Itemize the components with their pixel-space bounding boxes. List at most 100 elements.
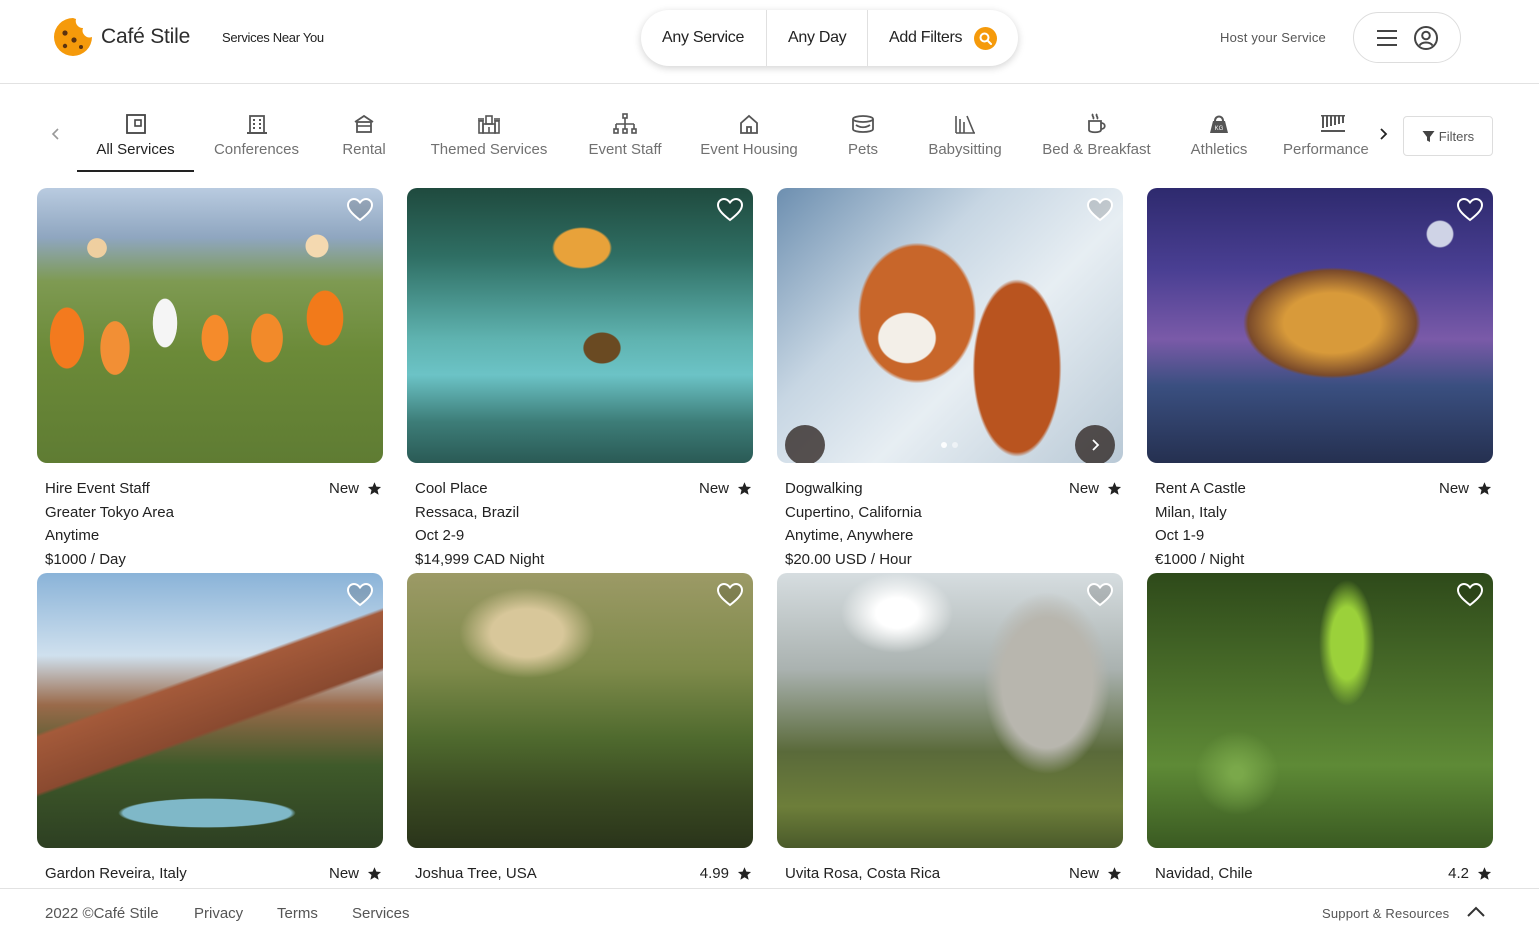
support-resources-link[interactable]: Support & Resources: [1322, 906, 1449, 921]
listing-photo[interactable]: [1147, 573, 1493, 848]
listing-info: Cool Place Ressaca, Brazil Oct 2-9 $14,9…: [407, 477, 753, 571]
listing-price: $1000 / Day: [45, 550, 126, 568]
listing-title: Gardon Reveira, Italy: [45, 865, 187, 882]
account-circle-icon: [1413, 25, 1438, 50]
category-event-staff[interactable]: Event Staff: [585, 112, 665, 172]
hamburger-menu-icon: [1376, 29, 1397, 46]
category-label: Babysitting: [928, 141, 1002, 158]
listing-dates: Anytime, Anywhere: [785, 527, 914, 544]
carousel-prev-button[interactable]: [785, 425, 825, 463]
footer-link-services[interactable]: Services: [352, 905, 410, 922]
star-icon: [737, 867, 752, 880]
listing-card[interactable]: Gardon Reveira, Italy New: [37, 573, 383, 886]
favorite-heart-icon[interactable]: [1087, 198, 1113, 222]
search-icon[interactable]: [974, 26, 998, 50]
listing-card[interactable]: Rent A Castle Milan, Italy Oct 1-9 €1000…: [1147, 188, 1493, 571]
footer-link-terms[interactable]: Terms: [277, 905, 318, 922]
listing-rating: New: [1439, 477, 1492, 501]
listing-title: Cool Place: [415, 480, 488, 497]
listing-photo[interactable]: [777, 188, 1123, 463]
search-bar: Any Service Any Day Add Filters: [641, 10, 1018, 66]
user-menu-button[interactable]: [1353, 12, 1461, 63]
listing-price: $14,999 CAD Night: [415, 550, 545, 568]
category-scroll-left-icon[interactable]: [48, 126, 64, 142]
filters-button[interactable]: Filters: [1403, 116, 1493, 156]
category-rental[interactable]: Rental: [338, 112, 390, 172]
category-label: All Services: [96, 141, 175, 158]
category-scroll-right-icon[interactable]: [1375, 126, 1391, 142]
listing-card[interactable]: Uvita Rosa, Costa Rica New: [777, 573, 1123, 886]
cookie-logo-icon[interactable]: [52, 16, 94, 58]
listing-location: Ressaca, Brazil: [415, 503, 520, 521]
all-services-icon: [124, 112, 148, 136]
category-event-housing[interactable]: Event Housing: [696, 112, 802, 172]
org-chart-icon: [613, 112, 637, 136]
listing-rating: 4.2: [1448, 862, 1492, 886]
rating-value: New: [328, 480, 359, 497]
listing-info: Dogwalking Cupertino, California Anytime…: [777, 477, 1123, 571]
category-babysitting[interactable]: Babysitting: [924, 112, 1006, 172]
favorite-heart-icon[interactable]: [717, 583, 743, 607]
favorite-heart-icon[interactable]: [347, 198, 373, 222]
listing-photo[interactable]: [37, 573, 383, 848]
listing-location: Milan, Italy: [1155, 503, 1227, 521]
listing-location: Cupertino, California: [785, 503, 922, 521]
listing-info: Hire Event Staff Greater Tokyo Area Anyt…: [37, 477, 383, 571]
listing-card[interactable]: Cool Place Ressaca, Brazil Oct 2-9 $14,9…: [407, 188, 753, 571]
rating-value: New: [698, 480, 729, 497]
kettlebell-icon: KG: [1207, 112, 1231, 136]
listing-card[interactable]: Navidad, Chile 4.2: [1147, 573, 1493, 886]
footer-link-privacy[interactable]: Privacy: [194, 905, 243, 922]
star-icon: [367, 867, 382, 880]
stroller-icon: [953, 112, 977, 136]
listing-photo[interactable]: [37, 188, 383, 463]
carousel-dot[interactable]: [941, 442, 947, 448]
listing-photo[interactable]: [1147, 188, 1493, 463]
listing-rating: New: [1069, 862, 1122, 886]
listing-photo[interactable]: [407, 573, 753, 848]
tent-icon: [352, 112, 376, 136]
funnel-icon: [1422, 130, 1435, 142]
category-conferences[interactable]: Conferences: [210, 112, 303, 172]
category-bed-breakfast[interactable]: Bed & Breakfast: [1038, 112, 1155, 172]
category-pets[interactable]: Pets: [845, 112, 881, 172]
coffee-icon: [1085, 112, 1109, 136]
favorite-heart-icon[interactable]: [1457, 198, 1483, 222]
listing-card[interactable]: Dogwalking Cupertino, California Anytime…: [777, 188, 1123, 571]
category-athletics[interactable]: KG Athletics: [1187, 112, 1251, 172]
category-label: Rental: [342, 141, 386, 158]
category-label: Bed & Breakfast: [1042, 141, 1151, 158]
listing-dates: Anytime: [45, 527, 100, 544]
category-themed-services[interactable]: Themed Services: [425, 112, 553, 172]
category-label: Event Housing: [700, 141, 798, 158]
listing-title: Hire Event Staff: [45, 480, 150, 497]
category-all-services[interactable]: All Services: [77, 112, 194, 172]
listing-photo[interactable]: [777, 573, 1123, 848]
add-filters-button[interactable]: Add Filters: [868, 10, 1018, 66]
listing-rating: New: [329, 477, 382, 501]
favorite-heart-icon[interactable]: [347, 583, 373, 607]
listing-location: Greater Tokyo Area: [45, 503, 174, 521]
favorite-heart-icon[interactable]: [717, 198, 743, 222]
any-service-button[interactable]: Any Service: [641, 10, 767, 66]
add-filters-label: Add Filters: [889, 29, 963, 46]
favorite-heart-icon[interactable]: [1457, 583, 1483, 607]
copyright-text: 2022 ©Café Stile: [45, 905, 159, 922]
carousel-next-button[interactable]: [1075, 425, 1115, 463]
listing-info: Navidad, Chile 4.2: [1147, 862, 1493, 886]
host-your-service-link[interactable]: Host your Service: [1220, 30, 1326, 45]
carousel-dot[interactable]: [952, 442, 958, 448]
chevron-up-icon[interactable]: [1466, 905, 1486, 919]
listing-rating: New: [699, 477, 752, 501]
brand-name[interactable]: Café Stile: [101, 25, 190, 49]
star-icon: [737, 482, 752, 495]
any-day-button[interactable]: Any Day: [767, 10, 868, 66]
listing-card[interactable]: Hire Event Staff Greater Tokyo Area Anyt…: [37, 188, 383, 571]
favorite-heart-icon[interactable]: [1087, 583, 1113, 607]
listing-card[interactable]: Joshua Tree, USA 4.99: [407, 573, 753, 886]
star-icon: [1477, 482, 1492, 495]
listing-photo[interactable]: [407, 188, 753, 463]
building-icon: [245, 112, 269, 136]
category-label: Performance: [1283, 141, 1369, 158]
listing-title: Navidad, Chile: [1155, 865, 1253, 882]
